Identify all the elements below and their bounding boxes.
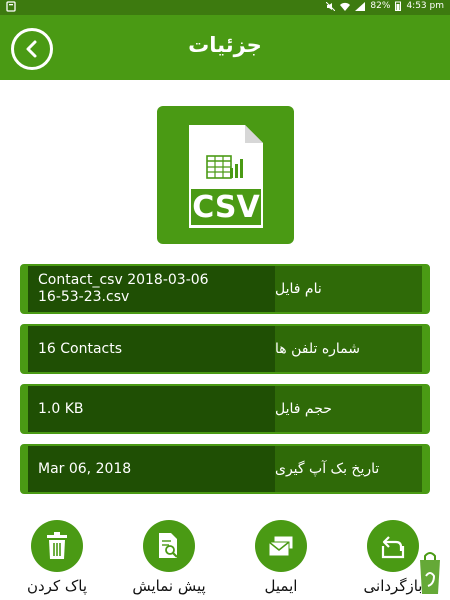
signal-icon — [355, 1, 366, 11]
detail-row-filename: Contact_csv 2018-03-06 16-53-23.csv نام … — [20, 264, 430, 314]
detail-value: Mar 06, 2018 — [22, 446, 275, 492]
delete-label: پاک کردن — [26, 577, 88, 595]
notification-icon — [6, 1, 16, 12]
email-icon — [268, 535, 294, 557]
detail-value: 16 Contacts — [22, 326, 275, 372]
detail-label: شماره تلفن ها — [275, 326, 428, 372]
app-bar: جزئیات — [0, 15, 450, 80]
email-button[interactable]: ایمیل — [226, 520, 336, 595]
preview-button[interactable]: پیش نمایش — [114, 520, 224, 595]
clock: 4:53 pm — [406, 1, 444, 11]
email-label: ایمیل — [264, 577, 298, 595]
restore-icon — [381, 536, 405, 559]
detail-label: تاریخ بک آپ گیری — [275, 446, 428, 492]
action-bar: پاک کردن پیش نمایش ایمیل بازگردانی — [0, 520, 450, 600]
store-watermark-icon — [420, 552, 440, 594]
file-type-label: CSV — [192, 190, 260, 225]
page-title: جزئیات — [188, 33, 262, 57]
detail-value: 1.0 KB — [22, 386, 275, 432]
detail-label: نام فایل — [275, 266, 428, 312]
delete-button[interactable]: پاک کردن — [2, 520, 112, 595]
detail-row-backup-date: Mar 06, 2018 تاریخ بک آپ گیری — [20, 444, 430, 494]
detail-value: Contact_csv 2018-03-06 16-53-23.csv — [22, 266, 275, 312]
details-list: Contact_csv 2018-03-06 16-53-23.csv نام … — [20, 264, 430, 504]
battery-percent: 82% — [370, 1, 391, 11]
document-search-icon — [159, 533, 178, 558]
file-type-tile: CSV — [157, 106, 294, 244]
detail-row-contacts: 16 Contacts شماره تلفن ها — [20, 324, 430, 374]
preview-label: پیش نمایش — [132, 577, 206, 595]
battery-icon — [395, 1, 402, 11]
mute-icon — [326, 1, 336, 11]
detail-row-size: 1.0 KB حجم فایل — [20, 384, 430, 434]
trash-icon — [47, 532, 67, 559]
status-bar: 82% 4:53 pm — [0, 0, 450, 15]
wifi-icon — [340, 2, 351, 11]
detail-label: حجم فایل — [275, 386, 428, 432]
csv-file-icon: CSV — [189, 125, 263, 228]
